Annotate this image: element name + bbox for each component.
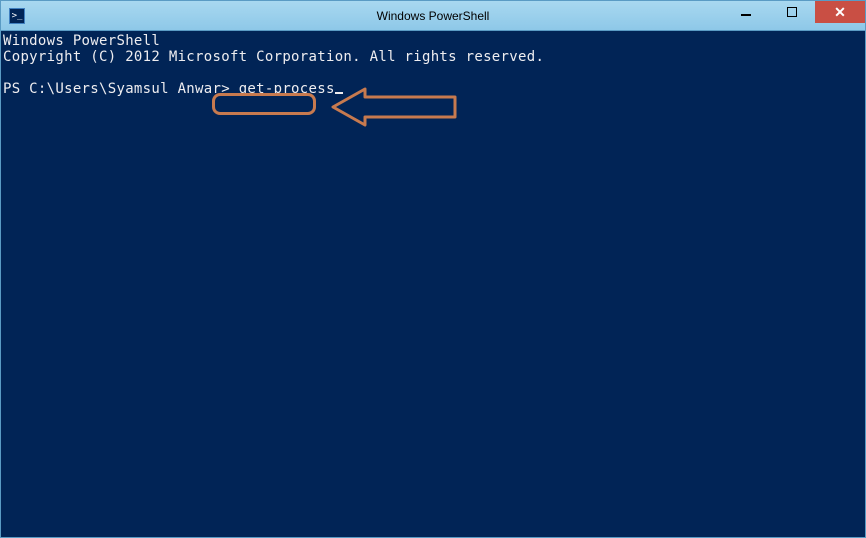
- terminal-area[interactable]: Windows PowerShell Copyright (C) 2012 Mi…: [1, 31, 865, 537]
- blank-line: [3, 65, 863, 81]
- cursor: [335, 92, 343, 94]
- minimize-button[interactable]: [723, 1, 769, 23]
- header-text-2: Copyright (C) 2012 Microsoft Corporation…: [3, 49, 863, 65]
- maximize-button[interactable]: [769, 1, 815, 23]
- maximize-icon: [787, 7, 797, 17]
- prompt-line: PS C:\Users\Syamsul Anwar> get-process: [3, 81, 863, 97]
- app-icon-glyph: >_: [12, 11, 23, 21]
- header-text-1: Windows PowerShell: [3, 33, 863, 49]
- titlebar[interactable]: >_ Windows PowerShell ✕: [1, 1, 865, 31]
- window-controls: ✕: [723, 1, 865, 30]
- prompt-text: PS C:\Users\Syamsul Anwar>: [3, 81, 230, 97]
- powershell-window: >_ Windows PowerShell ✕ Windows PowerShe…: [0, 0, 866, 538]
- command-text: get-process: [239, 81, 335, 97]
- close-button[interactable]: ✕: [815, 1, 865, 23]
- minimize-icon: [741, 14, 751, 16]
- app-icon: >_: [9, 8, 25, 24]
- window-title: Windows PowerShell: [377, 9, 490, 23]
- close-icon: ✕: [834, 5, 846, 19]
